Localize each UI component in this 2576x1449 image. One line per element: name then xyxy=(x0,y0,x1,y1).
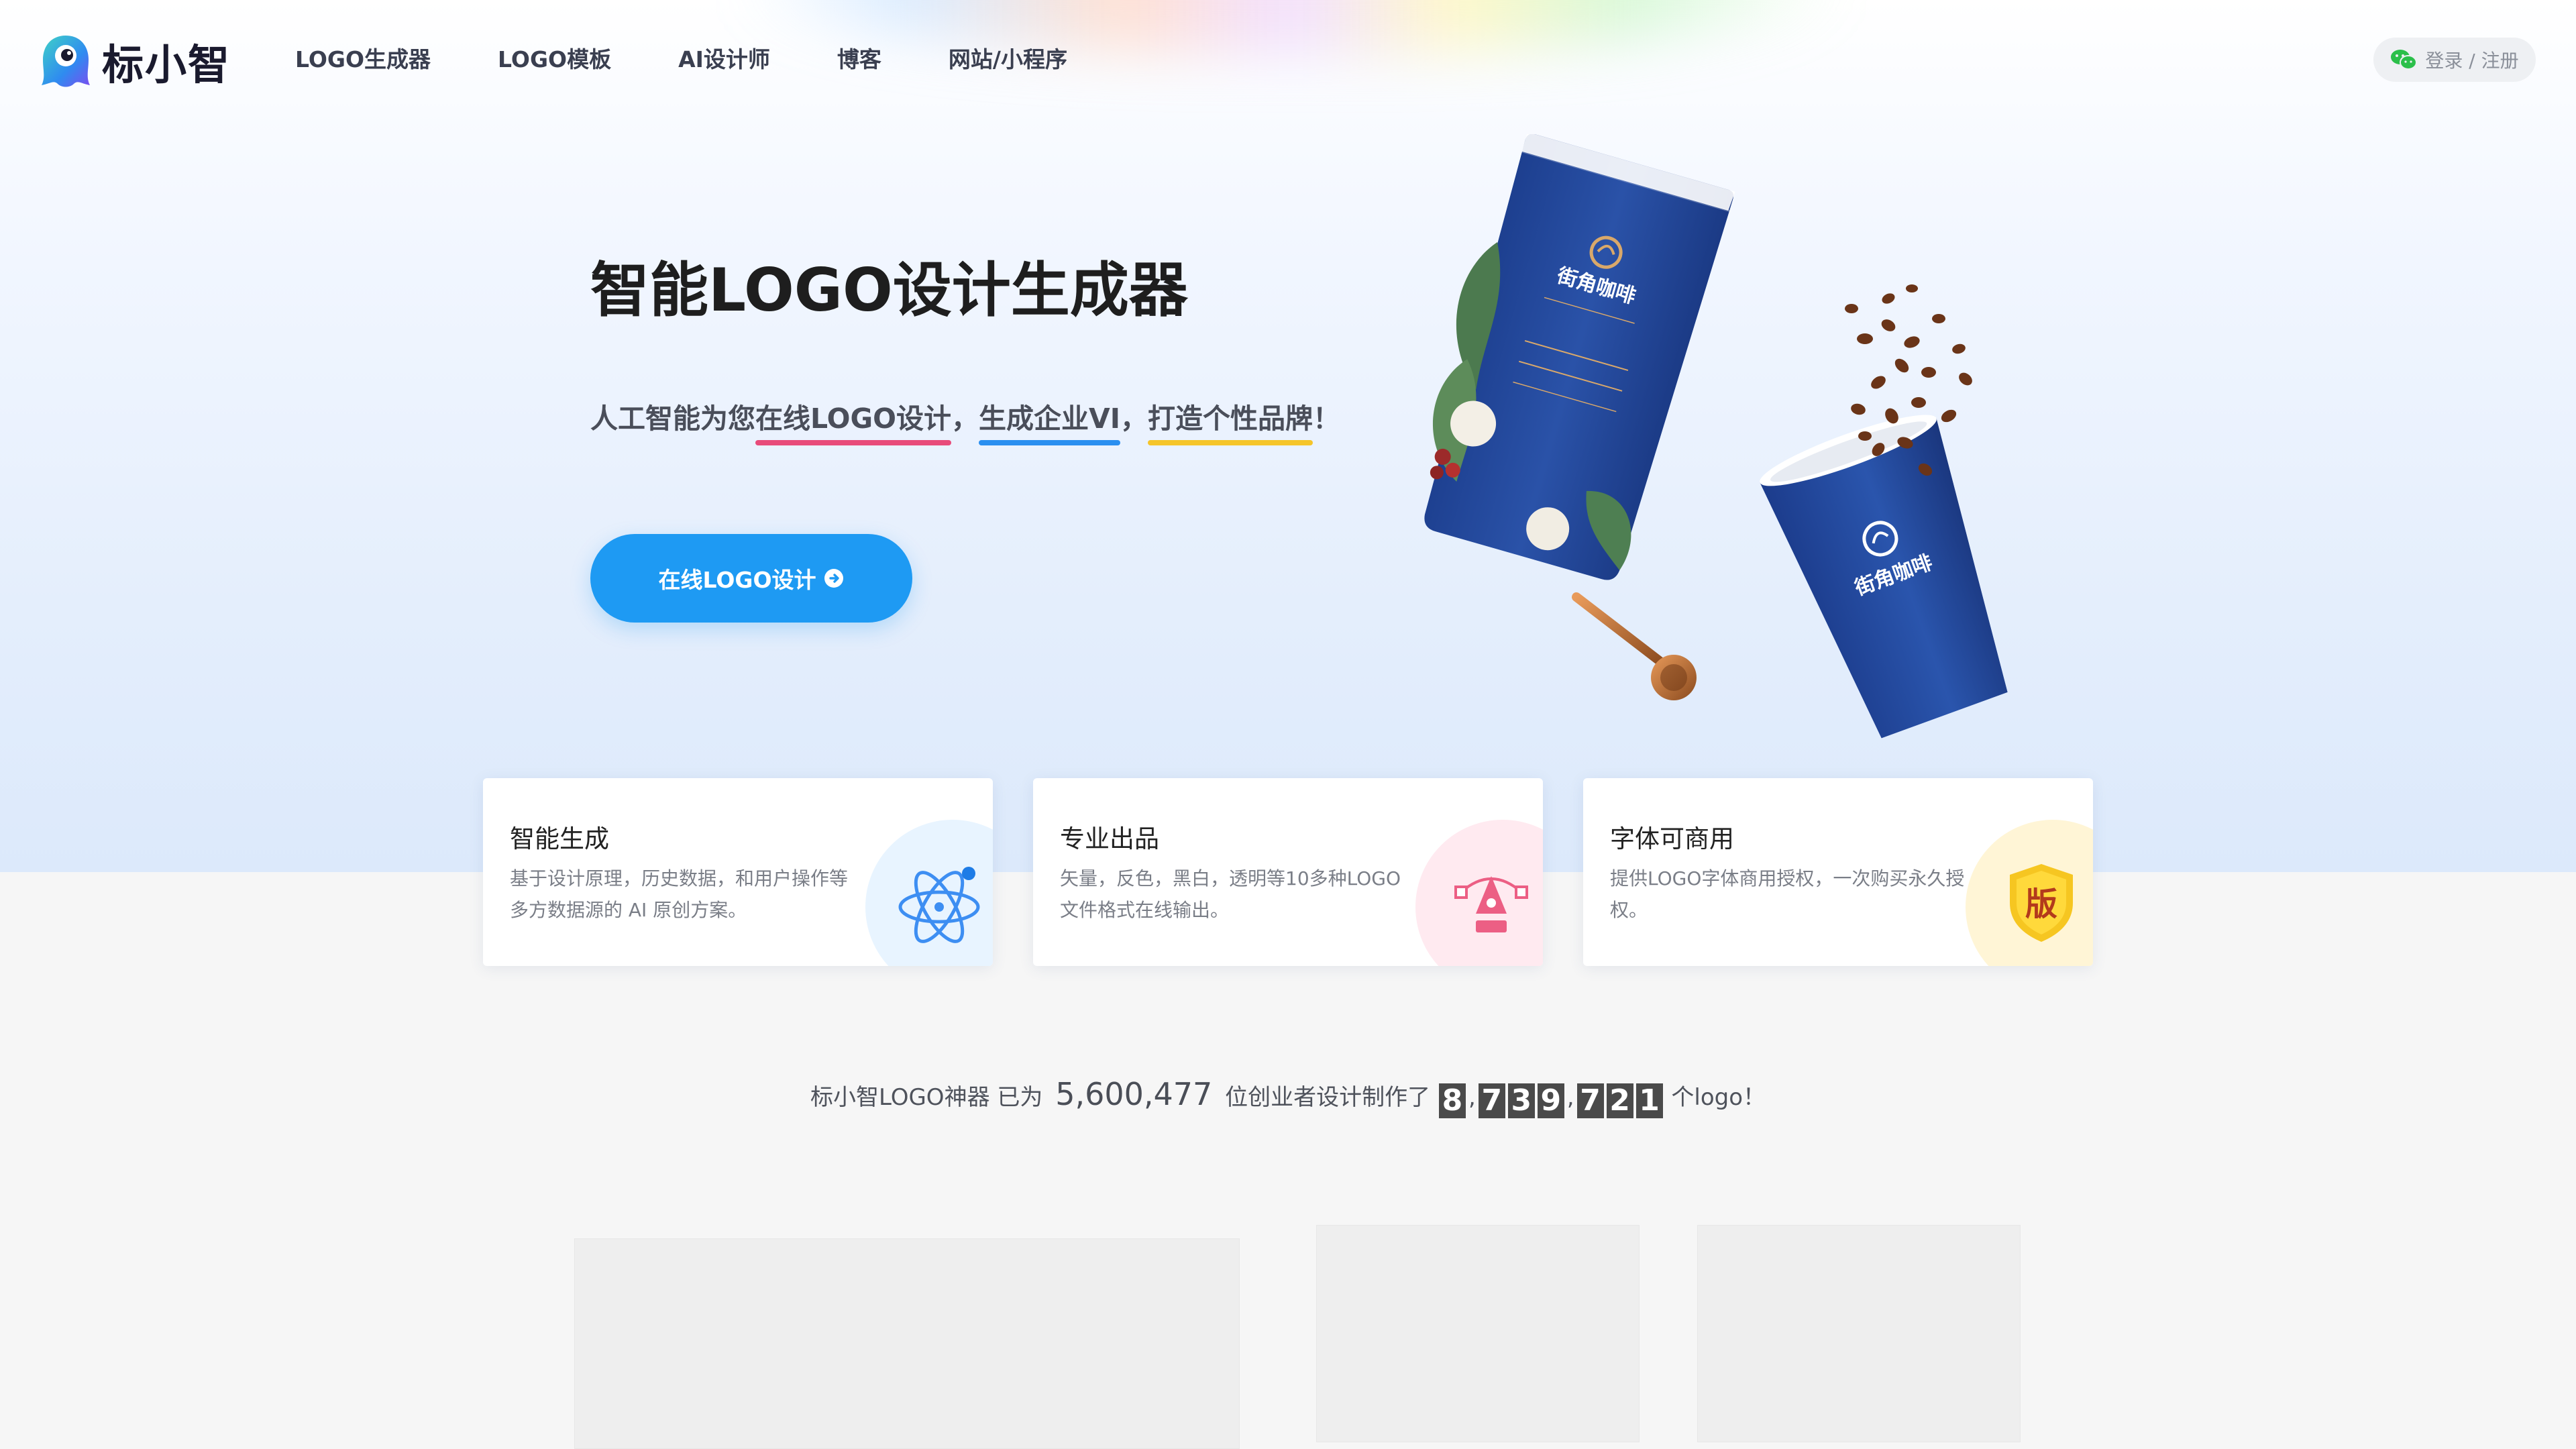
feature-description: 提供LOGO字体商用授权，一次购买永久授权。 xyxy=(1610,867,1965,921)
nav-item-logo-generator[interactable]: LOGO生成器 xyxy=(295,42,431,74)
counter-separator: , xyxy=(1468,1084,1476,1111)
pen-tool-icon xyxy=(1454,876,1528,932)
hero-title: 智能LOGO设计生成器 xyxy=(590,256,1188,325)
feature-title: 智能生成 xyxy=(510,824,609,853)
coffee-mockup-illustration: 街角咖啡 街角咖啡 xyxy=(1424,134,2008,739)
counter-group: 8 xyxy=(1438,1083,1467,1118)
counter-digit: 9 xyxy=(1537,1083,1564,1118)
subtitle-text: ， xyxy=(1120,402,1148,435)
usage-stats: 标小智LOGO神器 已为 5,600,477 位创业者设计制作了 8,739,7… xyxy=(0,1076,2576,1118)
arrow-circle-right-icon xyxy=(824,569,843,588)
brand-logo[interactable]: 标小智 xyxy=(39,31,231,91)
counter-digit: 7 xyxy=(1576,1083,1604,1118)
stats-user-count: 5,600,477 xyxy=(1055,1076,1213,1112)
feature-description: 基于设计原理，历史数据，和用户操作等多方数据源的 AI 原创方案。 xyxy=(510,867,849,921)
hero-subtitle: 人工智能为您在线LOGO设计，生成企业VI，打造个性品牌！ xyxy=(590,396,1341,445)
content-placeholder xyxy=(574,1238,1240,1449)
subtitle-highlight-brand: 打造个性品牌 xyxy=(1148,396,1313,445)
feature-title: 专业出品 xyxy=(1060,824,1159,853)
feature-title: 字体可商用 xyxy=(1610,824,1734,853)
counter-group: 739 xyxy=(1477,1083,1566,1118)
feature-card-smart-generation: 智能生成 基于设计原理，历史数据，和用户操作等多方数据源的 AI 原创方案。 xyxy=(483,778,993,966)
feature-card-professional-output: 专业出品 矢量，反色，黑白，透明等10多种LOGO文件格式在线输出。 xyxy=(1033,778,1543,966)
online-logo-design-button[interactable]: 在线LOGO设计 xyxy=(590,534,912,623)
stats-middle: 位创业者设计制作了 xyxy=(1225,1084,1431,1111)
hero-background xyxy=(0,0,2576,872)
stats-prefix: 标小智LOGO神器 已为 xyxy=(810,1084,1043,1111)
main-nav: LOGO生成器 LOGO模板 AI设计师 博客 网站/小程序 xyxy=(295,42,1134,74)
counter-digit: 8 xyxy=(1438,1083,1466,1118)
feature-card-commercial-fonts: 字体可商用 提供LOGO字体商用授权，一次购买永久授权。 版 xyxy=(1583,778,2093,966)
content-placeholder xyxy=(1697,1225,2021,1442)
content-placeholder xyxy=(1316,1225,1640,1442)
copyright-shield-icon: 版 xyxy=(2010,864,2073,942)
brand-mascot-icon xyxy=(42,36,90,87)
counter-digit: 3 xyxy=(1507,1083,1535,1118)
counter-group: 721 xyxy=(1576,1083,1664,1118)
subtitle-text: 人工智能为您 xyxy=(590,402,755,435)
coffee-cup: 街角咖啡 xyxy=(1760,415,2008,739)
brand-name: 标小智 xyxy=(102,40,231,89)
nav-item-logo-templates[interactable]: LOGO模板 xyxy=(498,42,611,74)
atom-icon xyxy=(898,867,980,943)
subtitle-text: ！ xyxy=(1313,402,1341,435)
counter-separator: , xyxy=(1566,1084,1574,1111)
counter-digit: 7 xyxy=(1478,1083,1505,1118)
counter-digit: 2 xyxy=(1606,1083,1633,1118)
svg-text:版: 版 xyxy=(2025,885,2057,923)
login-register-button[interactable]: 登录 / 注册 xyxy=(2373,38,2536,82)
login-register-label: 登录 / 注册 xyxy=(2425,50,2519,72)
coffee-bag: 街角咖啡 xyxy=(1424,134,1735,580)
nav-item-ai-designer[interactable]: AI设计师 xyxy=(678,42,770,74)
coffee-spoon xyxy=(1572,592,1697,700)
stats-logo-counter: 8,739,721 xyxy=(1438,1083,1664,1118)
stats-suffix: 个logo！ xyxy=(1671,1084,1766,1111)
nav-item-website-miniapp[interactable]: 网站/小程序 xyxy=(949,42,1067,74)
site-header: 标小智 LOGO生成器 LOGO模板 AI设计师 博客 网站/小程序 登录 / … xyxy=(0,0,2576,121)
nav-item-blog[interactable]: 博客 xyxy=(837,42,881,74)
subtitle-highlight-vi: 生成企业VI xyxy=(979,396,1121,445)
feature-description: 矢量，反色，黑白，透明等10多种LOGO文件格式在线输出。 xyxy=(1060,867,1401,921)
subtitle-highlight-online-logo: 在线LOGO设计 xyxy=(755,396,952,445)
subtitle-text: ， xyxy=(951,402,979,435)
counter-digit: 1 xyxy=(1635,1083,1663,1118)
wechat-icon xyxy=(2391,50,2418,70)
cta-label: 在线LOGO设计 xyxy=(658,567,816,593)
